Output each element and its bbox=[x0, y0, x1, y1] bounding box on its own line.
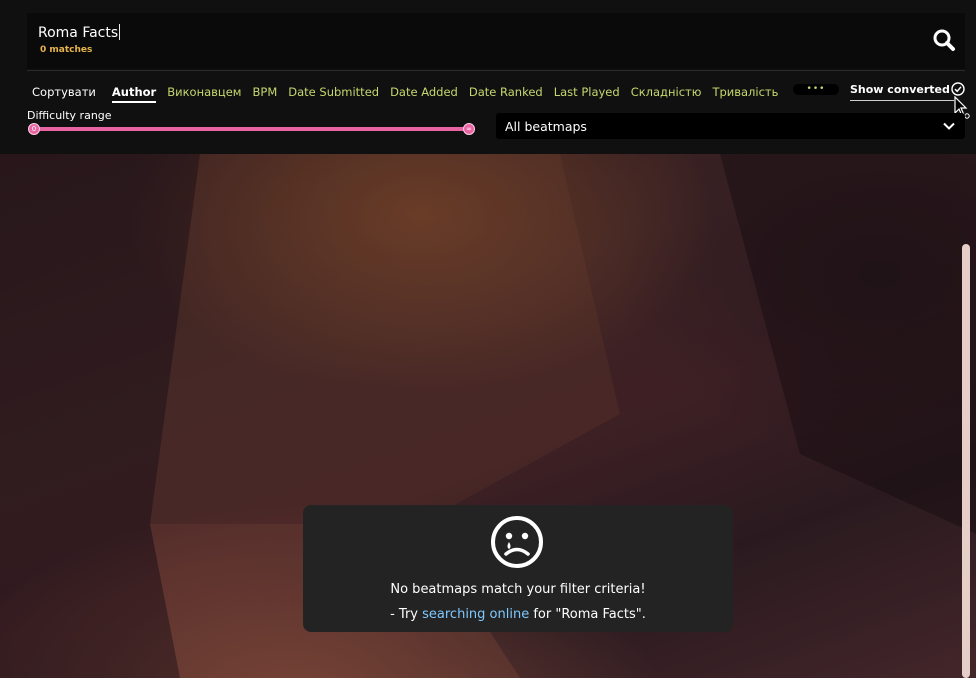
difficulty-min-handle[interactable]: 0 bbox=[28, 123, 40, 135]
search-divider bbox=[27, 70, 965, 71]
difficulty-range-label: Difficulty range bbox=[27, 109, 112, 122]
search-input[interactable]: Roma Facts 0 matches bbox=[27, 13, 965, 69]
no-results-panel: No beatmaps match your filter criteria! … bbox=[303, 505, 733, 632]
more-sort-options-button[interactable]: ••• bbox=[793, 84, 839, 95]
sort-tab-last-played[interactable]: Last Played bbox=[554, 85, 620, 99]
difficulty-range-track[interactable] bbox=[34, 127, 470, 131]
chevron-down-icon bbox=[943, 122, 955, 130]
show-converted-toggle[interactable]: Show converted bbox=[850, 82, 966, 102]
sort-tab-artist[interactable]: Виконавцем bbox=[167, 85, 241, 99]
sort-tab-bpm[interactable]: BPM bbox=[253, 85, 278, 99]
beatmap-filter-dropdown[interactable]: All beatmaps bbox=[496, 113, 965, 139]
sort-tab-author[interactable]: Author bbox=[111, 85, 157, 103]
match-count: 0 matches bbox=[40, 45, 93, 55]
song-select-screen: Roma Facts 0 matches Сортувати Author Ви… bbox=[0, 0, 976, 678]
sad-face-icon bbox=[491, 516, 543, 568]
checkmark-circle-icon[interactable] bbox=[951, 82, 965, 96]
difficulty-max-handle[interactable]: ∞ bbox=[463, 123, 475, 135]
search-icon[interactable] bbox=[932, 28, 956, 52]
sort-label: Сортувати bbox=[32, 85, 96, 99]
scrollbar[interactable] bbox=[962, 244, 970, 678]
search-online-link[interactable]: searching online bbox=[422, 607, 529, 622]
sort-tab-length[interactable]: Тривалість bbox=[712, 85, 778, 99]
top-panel: Roma Facts 0 matches Сортувати Author Ви… bbox=[0, 0, 976, 154]
text-caret bbox=[119, 24, 121, 40]
sort-tab-difficulty[interactable]: Складністю bbox=[631, 85, 702, 99]
sort-tab-date-submitted[interactable]: Date Submitted bbox=[288, 85, 379, 99]
show-converted-label: Show converted bbox=[850, 83, 950, 96]
search-online-hint: - Try searching online for "Roma Facts". bbox=[303, 607, 733, 622]
sort-tab-date-ranked[interactable]: Date Ranked bbox=[469, 85, 543, 99]
hint-suffix: for "Roma Facts". bbox=[529, 607, 646, 622]
show-converted-underline bbox=[850, 100, 954, 101]
no-results-message: No beatmaps match your filter criteria! bbox=[390, 582, 646, 597]
search-query[interactable]: Roma Facts bbox=[38, 24, 121, 41]
sort-tabs: Сортувати Author Виконавцем BPM Date Sub… bbox=[32, 82, 789, 103]
hint-prefix: - Try bbox=[390, 607, 423, 622]
sort-tab-date-added[interactable]: Date Added bbox=[390, 85, 458, 99]
beatmap-filter-value: All beatmaps bbox=[505, 119, 587, 134]
